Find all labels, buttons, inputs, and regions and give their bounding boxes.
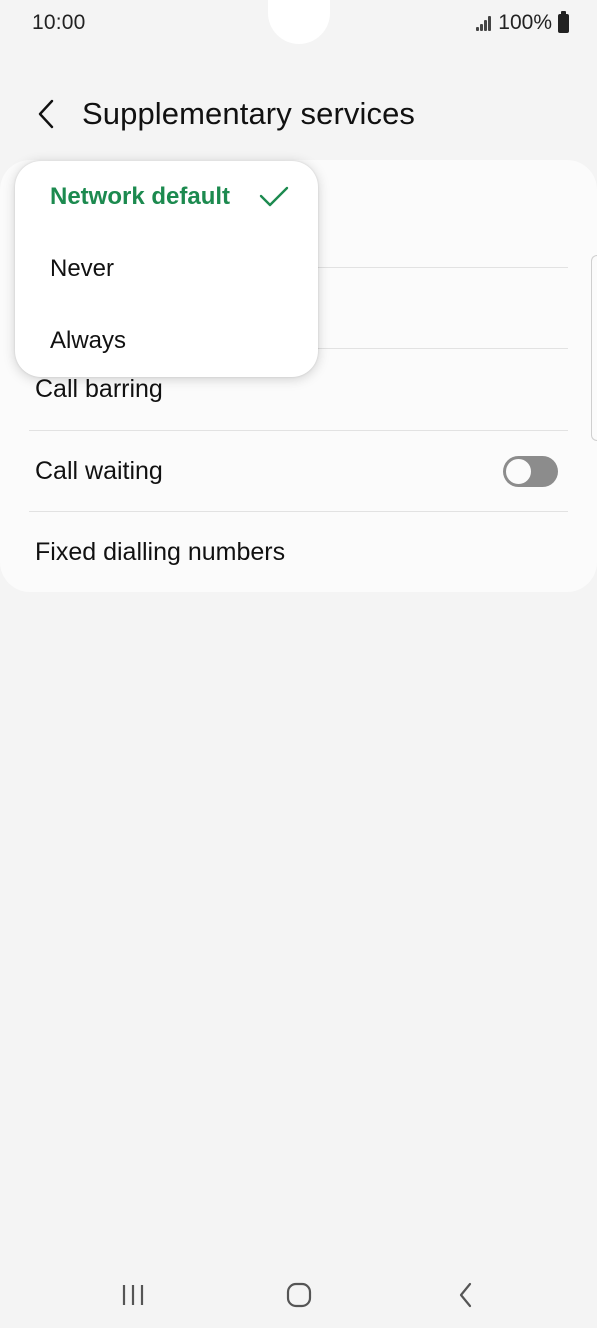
recent-apps-icon <box>122 1285 144 1305</box>
back-button[interactable] <box>24 92 68 136</box>
popup-option-always[interactable]: Always <box>15 305 318 377</box>
popup-option-label: Always <box>50 327 127 354</box>
toggle-knob <box>504 457 533 486</box>
status-bar: 10:00 100% <box>0 0 597 46</box>
popup-option-label: Never <box>50 255 115 282</box>
phone-screen: 10:00 100% Supplementary services Call b… <box>0 0 597 1328</box>
check-icon <box>259 186 289 207</box>
popup-option-label: Network default <box>50 183 231 210</box>
recent-apps-button[interactable] <box>103 1265 163 1325</box>
status-time: 10:00 <box>32 11 86 34</box>
signal-icon <box>474 14 494 32</box>
navigation-bar <box>0 1262 597 1328</box>
status-indicators: 100% <box>474 10 569 35</box>
back-arrow-icon <box>38 99 54 129</box>
setting-row-fixed-dialling-numbers[interactable]: Fixed dialling numbers <box>0 512 597 593</box>
options-popup: Network default Never Always <box>15 161 318 377</box>
setting-label: Call barring <box>35 375 163 403</box>
setting-label: Fixed dialling numbers <box>35 538 286 566</box>
nav-back-button[interactable] <box>436 1265 496 1325</box>
camera-notch <box>268 0 330 44</box>
setting-row-call-waiting[interactable]: Call waiting <box>0 431 597 512</box>
scrollbar[interactable] <box>591 255 597 441</box>
battery-icon <box>558 10 569 33</box>
home-icon <box>286 1282 312 1308</box>
popup-option-never[interactable]: Never <box>15 233 318 305</box>
popup-option-network-default[interactable]: Network default <box>15 161 318 233</box>
call-waiting-toggle[interactable] <box>503 456 558 487</box>
back-icon <box>459 1282 472 1308</box>
home-button[interactable] <box>269 1265 329 1325</box>
page-title: Supplementary services <box>82 96 416 131</box>
setting-label: Call waiting <box>35 457 163 485</box>
battery-percentage: 100% <box>498 11 552 34</box>
app-header: Supplementary services <box>0 80 597 152</box>
